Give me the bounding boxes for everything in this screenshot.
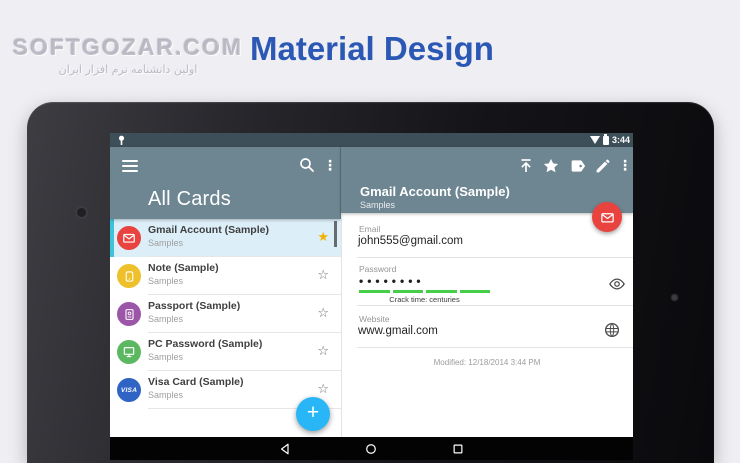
- hamburger-menu-icon[interactable]: [122, 160, 138, 172]
- recents-icon[interactable]: [452, 443, 464, 455]
- card-title: Gmail Account (Sample): [148, 224, 269, 236]
- passport-icon: [117, 302, 141, 326]
- home-icon[interactable]: [365, 443, 377, 455]
- card-subtitle: Samples: [148, 314, 184, 324]
- edit-pencil-icon[interactable]: [594, 157, 612, 175]
- panel-divider: [341, 219, 342, 437]
- list-scrollbar[interactable]: [334, 221, 337, 247]
- tablet-device: 3:44 ⋮ All Cards ⋮ Gmail Account (Sample…: [27, 102, 714, 463]
- status-bar: 3:44: [110, 133, 633, 147]
- email-value: john555@gmail.com: [358, 235, 464, 247]
- label-tag-icon[interactable]: [569, 157, 587, 175]
- detail-title: Gmail Account (Sample): [360, 184, 510, 199]
- password-strength-bar: [359, 290, 490, 293]
- detail-app-bar: ⋮ Gmail Account (Sample) Samples: [341, 147, 633, 213]
- visa-icon: VISA: [117, 378, 141, 402]
- star-toggle[interactable]: ☆: [317, 306, 329, 320]
- password-value: ••••••••: [359, 274, 425, 288]
- field-divider: [357, 257, 633, 258]
- password-label: Password: [359, 264, 397, 274]
- card-subtitle: Samples: [148, 238, 184, 248]
- watermark-brand: SOFTGOZAR.COM: [12, 34, 244, 60]
- list-item-pc-password[interactable]: PC Password (Sample) Samples ☆: [110, 333, 341, 371]
- sensor-dot-icon: [671, 294, 678, 301]
- note-icon: [117, 264, 141, 288]
- list-item-gmail[interactable]: Gmail Account (Sample) Samples ★: [110, 219, 341, 257]
- battery-icon: [602, 133, 609, 145]
- open-website-globe-icon[interactable]: [603, 321, 621, 339]
- card-title: Note (Sample): [148, 262, 219, 274]
- website-value: www.gmail.com: [358, 325, 438, 337]
- favorite-star-icon[interactable]: [542, 157, 560, 175]
- star-toggle[interactable]: ☆: [317, 268, 329, 282]
- front-camera-icon: [75, 206, 88, 219]
- watermark: SOFTGOZAR.COM اولین دانشنامه نرم افزار ا…: [8, 34, 248, 76]
- star-toggle[interactable]: ☆: [317, 344, 329, 358]
- list-app-bar: ⋮ All Cards: [110, 147, 341, 219]
- back-icon[interactable]: [279, 443, 291, 455]
- overflow-menu-icon[interactable]: ⋮: [323, 156, 337, 174]
- detail-overflow-menu-icon[interactable]: ⋮: [618, 156, 632, 174]
- field-divider: [357, 305, 633, 306]
- tablet-screen: 3:44 ⋮ All Cards ⋮ Gmail Account (Sample…: [110, 133, 633, 460]
- detail-subtitle: Samples: [360, 200, 396, 210]
- upload-icon[interactable]: [517, 157, 535, 175]
- card-subtitle: Samples: [148, 390, 184, 400]
- card-type-envelope-fab[interactable]: [592, 202, 622, 232]
- search-icon[interactable]: [298, 156, 316, 174]
- android-nav-bar: [110, 437, 633, 460]
- card-title: PC Password (Sample): [148, 338, 263, 350]
- modified-timestamp: Modified: 12/18/2014 3:44 PM: [433, 358, 541, 367]
- card-subtitle: Samples: [148, 276, 184, 286]
- show-password-eye-icon[interactable]: [608, 275, 626, 293]
- star-toggle[interactable]: ☆: [317, 382, 329, 396]
- card-title: Passport (Sample): [148, 300, 241, 312]
- monitor-icon: [117, 340, 141, 364]
- star-toggle[interactable]: ★: [317, 230, 329, 244]
- crack-time-text: Crack time: centuries: [389, 295, 460, 304]
- list-item-passport[interactable]: Passport (Sample) Samples ☆: [110, 295, 341, 333]
- page-title: Material Design: [250, 30, 494, 67]
- email-label: Email: [359, 224, 381, 234]
- website-label: Website: [359, 314, 390, 324]
- selection-accent: [110, 219, 114, 257]
- watermark-tagline: اولین دانشنامه نرم افزار ایران: [58, 63, 198, 76]
- card-subtitle: Samples: [148, 352, 184, 362]
- list-title: All Cards: [148, 188, 231, 210]
- add-card-fab[interactable]: +: [296, 397, 330, 431]
- clock-text: 3:44: [611, 135, 630, 145]
- field-divider: [357, 347, 633, 348]
- list-item-note[interactable]: Note (Sample) Samples ☆: [110, 257, 341, 295]
- notification-icon: [118, 135, 125, 145]
- envelope-icon: [117, 226, 141, 250]
- card-title: Visa Card (Sample): [148, 376, 244, 388]
- wifi-icon: [589, 136, 600, 144]
